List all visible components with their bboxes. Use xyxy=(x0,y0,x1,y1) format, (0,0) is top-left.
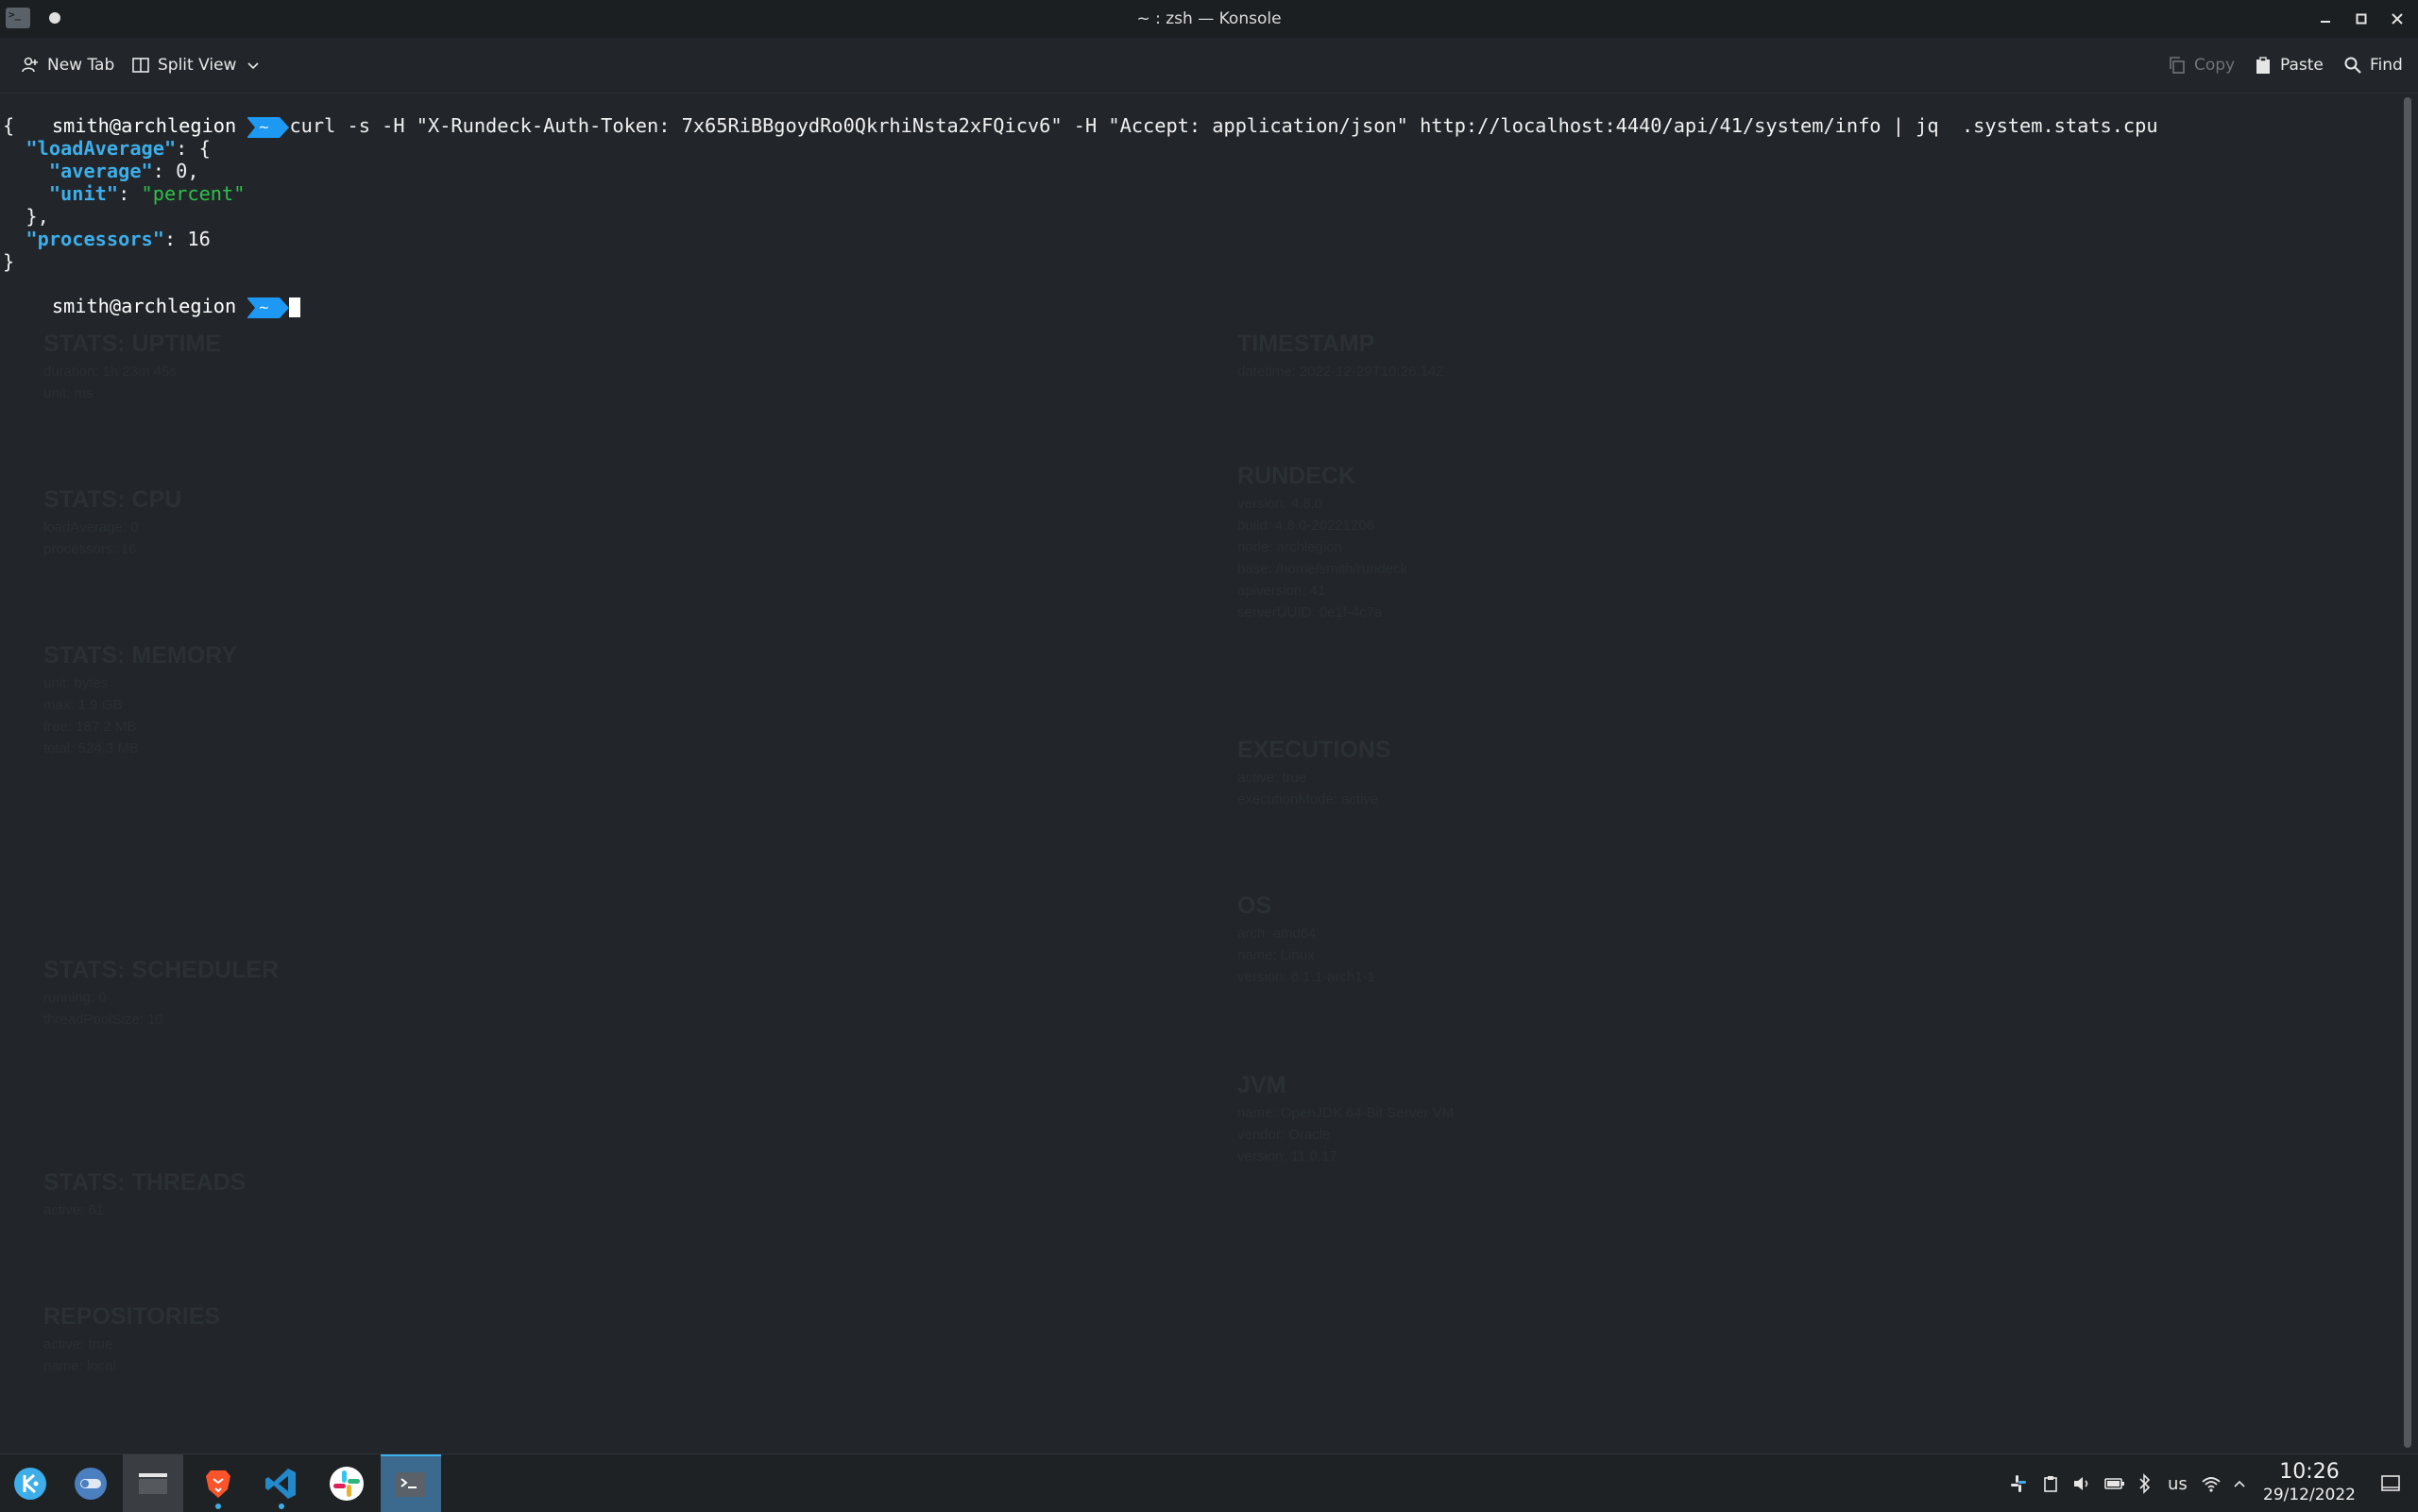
maximize-button[interactable] xyxy=(2348,6,2375,32)
copy-label: Copy xyxy=(2194,56,2236,75)
output-line: }, xyxy=(3,205,49,228)
paste-icon xyxy=(2256,57,2270,74)
prompt-directory-badge: ~ xyxy=(247,116,290,138)
json-key: "average" xyxy=(48,160,153,182)
command-text: curl -s -H "X-Rundeck-Auth-Token: 7x65Ri… xyxy=(289,114,2158,137)
system-settings-button[interactable] xyxy=(60,1454,121,1512)
clock-date[interactable]: 29/12/2022 xyxy=(2256,1486,2363,1504)
minimize-button[interactable] xyxy=(2312,6,2339,32)
json-brace: } xyxy=(3,250,15,273)
slack-icon xyxy=(330,1466,364,1501)
close-button[interactable] xyxy=(2384,6,2410,32)
settings-toggle-icon xyxy=(75,1467,107,1500)
brave-lion-icon xyxy=(206,1470,230,1498)
paste-label: Paste xyxy=(2280,56,2324,75)
clipboard-button[interactable] xyxy=(2041,1471,2060,1496)
chevron-down-icon xyxy=(247,62,260,70)
wifi-icon xyxy=(2202,1477,2221,1492)
kde-logo-icon xyxy=(14,1467,46,1500)
output-line: "processors": 16 xyxy=(26,228,211,250)
prompt-user: smith@archlegion xyxy=(51,295,237,317)
minimize-icon xyxy=(2321,21,2330,23)
new-tab-button[interactable]: New Tab xyxy=(21,53,114,77)
slack-tray-icon xyxy=(2011,1475,2026,1492)
json-number: 0 xyxy=(176,160,188,182)
volume-icon xyxy=(2074,1477,2088,1490)
maximize-icon xyxy=(2356,13,2367,25)
paste-button[interactable]: Paste xyxy=(2254,53,2324,77)
desktop-window-icon xyxy=(139,1472,167,1494)
json-string: "percent" xyxy=(141,182,246,205)
application-launcher-button[interactable] xyxy=(0,1454,60,1512)
terminal-icon xyxy=(396,1471,426,1497)
tray-expand-button[interactable] xyxy=(2232,1471,2247,1496)
split-view-button[interactable]: Split View xyxy=(131,53,268,77)
json-key: "loadAverage" xyxy=(26,137,177,160)
bluetooth-icon xyxy=(2139,1473,2151,1494)
new-tab-label: New Tab xyxy=(47,56,115,75)
show-desktop-icon xyxy=(2381,1475,2400,1491)
konsole-taskbar-button[interactable] xyxy=(381,1454,441,1512)
output-line: { xyxy=(3,114,14,137)
brave-browser-button[interactable] xyxy=(188,1454,248,1512)
running-indicator xyxy=(215,1504,221,1509)
copy-button[interactable]: Copy xyxy=(2168,53,2235,77)
battery-button[interactable] xyxy=(2104,1471,2125,1496)
running-indicator xyxy=(279,1504,284,1509)
show-desktop-button[interactable] xyxy=(2380,1471,2401,1496)
terminal-scrollbar[interactable] xyxy=(2399,93,2418,1453)
vscode-icon xyxy=(265,1468,296,1499)
network-button[interactable] xyxy=(2201,1471,2222,1496)
json-key: "unit" xyxy=(48,182,119,205)
terminal-view[interactable]: smith@archlegion ~ curl -s -H "X-Rundeck-A… xyxy=(0,93,2399,1453)
tray-notifications-button[interactable] xyxy=(2008,1471,2029,1496)
split-view-label: Split View xyxy=(158,56,237,75)
output-line: } xyxy=(3,250,14,273)
vscode-button[interactable] xyxy=(251,1454,312,1512)
volume-button[interactable] xyxy=(2072,1471,2093,1496)
output-line: "loadAverage": { xyxy=(26,137,211,160)
output-line: "average": 0, xyxy=(48,160,199,182)
find-label: Find xyxy=(2370,56,2403,75)
keyboard-layout-button[interactable]: us xyxy=(2168,1471,2188,1496)
prompt-directory-badge: ~ xyxy=(247,297,290,318)
text-cursor xyxy=(289,297,301,317)
output-line: "unit": "percent" xyxy=(48,182,246,205)
new-tab-icon xyxy=(22,57,38,73)
taskbar: us 10:26 29/12/2022 xyxy=(0,1453,2418,1512)
file-manager-button[interactable] xyxy=(123,1454,183,1512)
scrollbar-thumb[interactable] xyxy=(2404,97,2411,1448)
prompt-user: smith@archlegion xyxy=(51,114,237,137)
window-titlebar[interactable]: >_ ~ : zsh — Konsole xyxy=(0,0,2418,38)
json-brace: { xyxy=(3,114,15,137)
json-number: 16 xyxy=(187,228,211,250)
slack-button[interactable] xyxy=(316,1454,377,1512)
find-button[interactable]: Find xyxy=(2343,53,2403,77)
prompt-line: smith@archlegion ~ xyxy=(6,272,301,318)
copy-icon xyxy=(2170,57,2185,74)
battery-icon xyxy=(2104,1478,2124,1489)
chevron-up-icon xyxy=(2234,1480,2245,1487)
clipboard-icon xyxy=(2044,1476,2057,1492)
keyboard-layout-label: us xyxy=(2168,1473,2188,1494)
command-line: smith@archlegion ~ curl -s -H "X-Rundeck-A… xyxy=(6,92,2158,138)
bluetooth-button[interactable] xyxy=(2137,1471,2153,1496)
split-view-icon xyxy=(132,58,149,73)
json-brace: }, xyxy=(26,205,49,228)
json-key: "processors" xyxy=(26,228,164,250)
close-icon xyxy=(2392,13,2403,25)
window-title: ~ : zsh — Konsole xyxy=(1136,9,1282,28)
konsole-toolbar: New Tab Split View Copy Paste Find xyxy=(0,38,2418,93)
clock-time[interactable]: 10:26 xyxy=(2267,1460,2352,1484)
search-icon xyxy=(2344,57,2361,74)
